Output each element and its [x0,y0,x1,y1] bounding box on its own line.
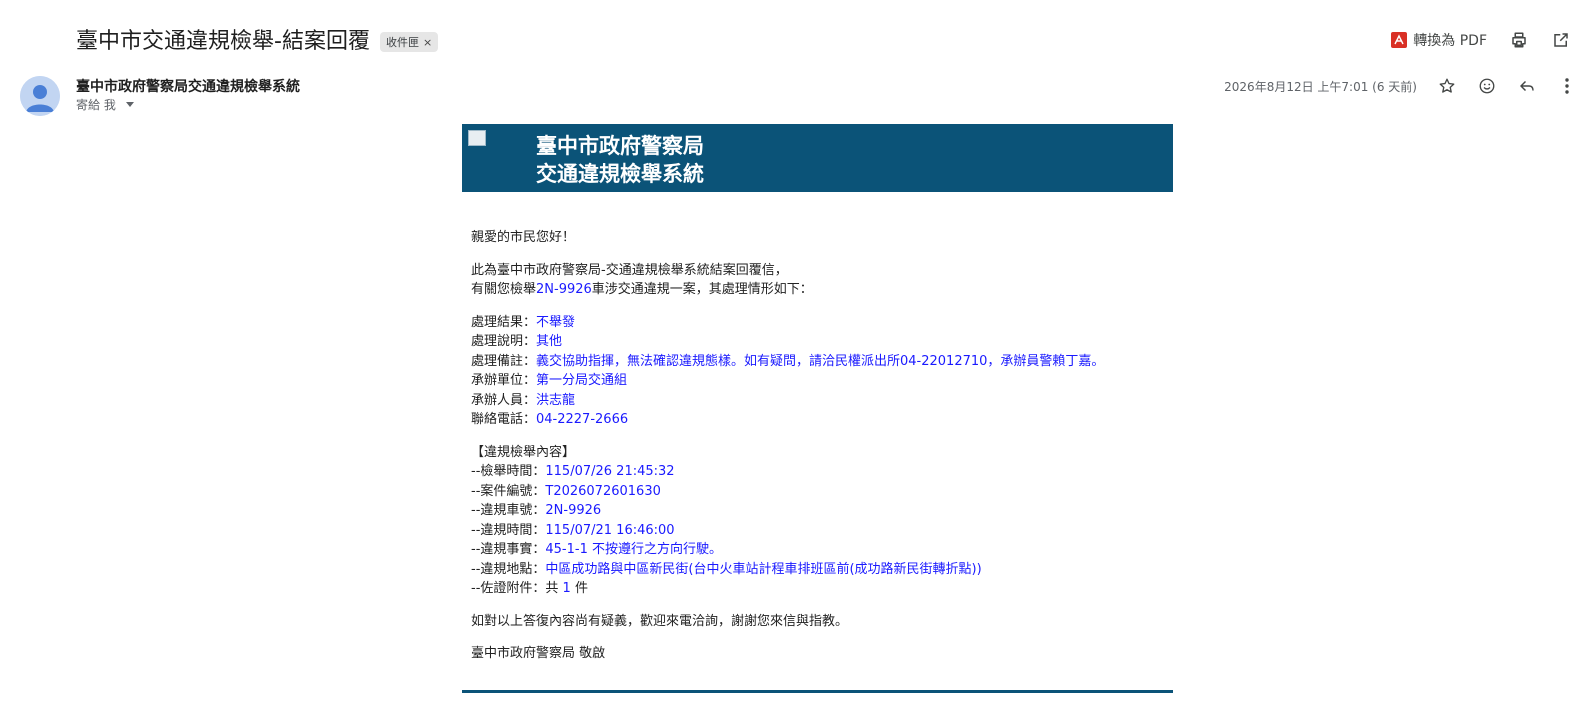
more-options-icon[interactable] [1557,76,1577,96]
report-time-label: --檢舉時間： [471,464,546,479]
officer-value: 洪志龍 [536,392,576,408]
email-view: 臺中市交通違規檢舉-結案回覆 收件匣 × 轉換為 PDF 臺中市政府警察局交通違… [0,0,1587,702]
officer-label: 承辦人員： [471,392,537,408]
explain-value: 其他 [536,334,563,349]
banner-title-line1: 臺中市政府警察局 [536,134,704,158]
place-value: 中區成功路與中區新民街(台中火車站計程車排班區前(成功路新民街轉折點)) [545,561,982,577]
note-value: 義交協助指揮，無法確認違規態樣。如有疑問，請洽民權派出所04-22012710，… [536,353,1105,369]
place-label: --違規地點： [471,561,546,577]
handling-details: 處理結果：不舉發 處理說明：其他 處理備註：義交協助指揮，無法確認違規態樣。如有… [471,313,1171,430]
email-subject: 臺中市交通違規檢舉-結案回覆 [76,29,370,54]
fact-label: --違規事實： [471,542,546,557]
phone-value: 04-2227-2666 [536,412,629,427]
emoji-reaction-icon[interactable] [1477,76,1497,96]
signature: 臺中市政府警察局 敬啟 [471,646,606,661]
subject-row: 臺中市交通違規檢舉-結案回覆 收件匣 × [76,26,439,58]
case-no-value: T2026072601630 [545,483,661,499]
recipient-line: 寄給 我 [76,96,134,113]
attach-label: --佐證附件： [471,581,546,596]
convert-to-pdf-label: 轉換為 PDF [1413,33,1487,49]
plate-value: 2N-9926 [545,503,602,518]
banner-title-line2: 交通違規檢舉系統 [536,162,704,186]
convert-to-pdf-button[interactable]: 轉換為 PDF [1391,30,1487,50]
open-in-new-icon[interactable] [1551,30,1571,50]
violation-time-value: 115/07/21 16:46:00 [545,522,675,538]
pdf-icon [1391,32,1408,48]
message-date: 2026年8月12日 上午7:01 (6 天前) [1224,79,1417,94]
email-content: 親愛的市民您好！ 此為臺中市政府警察局-交通違規檢舉系統結案回覆信， 有關您檢舉… [471,228,1171,677]
message-meta: 2026年8月12日 上午7:01 (6 天前) [1224,76,1577,96]
result-label: 處理結果： [471,314,537,330]
unit-label: 承辦單位： [471,373,537,388]
phone-label: 聯絡電話： [471,412,537,427]
intro-line2-pre: 有關您檢舉 [471,282,537,297]
attach-post: 件 [570,581,588,596]
attach-count: 1 [562,581,571,596]
avatar[interactable] [20,76,60,116]
section-title: 【違規檢舉內容】 [471,444,576,460]
recipient-text: 寄給 我 [76,98,116,112]
violation-time-label: --違規時間： [471,522,546,538]
report-time-value: 115/07/26 21:45:32 [545,464,675,479]
note-label: 處理備註： [471,353,537,369]
case-no-label: --案件編號： [471,483,546,499]
top-actions: 轉換為 PDF [1391,30,1571,50]
chevron-down-icon[interactable] [125,102,134,107]
banner-bottom-rule [462,690,1173,693]
intro-plate: 2N-9926 [536,282,592,297]
intro-line1: 此為臺中市政府警察局-交通違規檢舉系統結案回覆信， [471,262,788,278]
attach-pre: 共 [545,581,563,596]
unit-value: 第一分局交通組 [536,373,628,388]
star-icon[interactable] [1437,76,1457,96]
intro-line2-post: 車涉交通違規一案，其處理情形如下： [591,282,813,297]
intro-paragraph: 此為臺中市政府警察局-交通違規檢舉系統結案回覆信， 有關您檢舉2N-9926車涉… [471,261,1171,300]
inbox-label-text: 收件匣 [385,36,419,49]
result-value: 不舉發 [536,314,576,330]
report-details: 【違規檢舉內容】 --檢舉時間：115/07/26 21:45:32 --案件編… [471,443,1171,599]
broken-image-icon [468,130,486,146]
remove-label-button[interactable]: × [423,36,432,49]
email-banner: 臺中市政府警察局 交通違規檢舉系統 [462,124,1173,192]
explain-label: 處理說明： [471,334,537,349]
sender-name[interactable]: 臺中市政府警察局交通違規檢舉系統 [76,76,300,96]
reply-icon[interactable] [1517,76,1537,96]
fact-value: 45-1-1 不按遵行之方向行駛。 [545,542,722,557]
greeting: 親愛的市民您好！ [471,230,576,245]
print-icon[interactable] [1509,30,1529,50]
plate-label: --違規車號： [471,503,546,518]
inbox-label-chip[interactable]: 收件匣 × [379,32,439,52]
closing-text: 如對以上答復內容尚有疑義，歡迎來電洽詢，謝謝您來信與指教。 [471,613,849,629]
